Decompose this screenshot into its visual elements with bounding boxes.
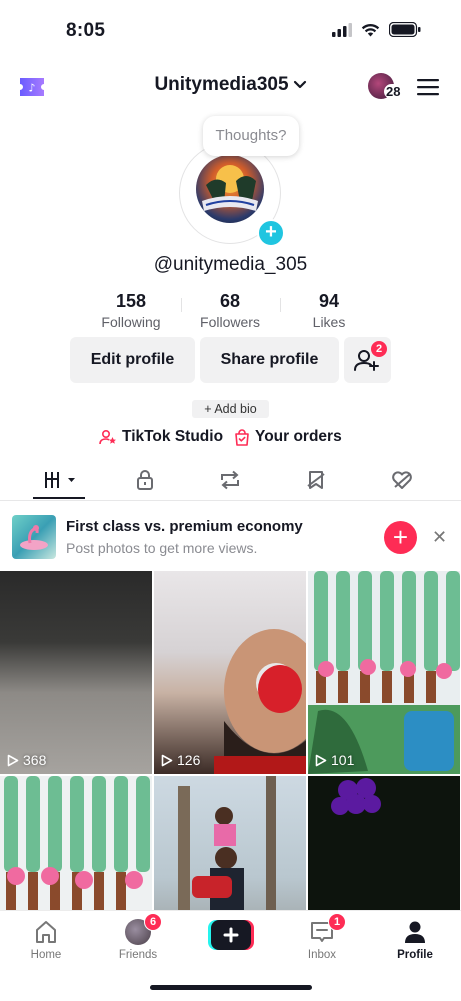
lock-icon: [137, 470, 153, 490]
your-orders-label: Your orders: [255, 428, 342, 445]
profile-icon: [405, 921, 425, 943]
active-tab-indicator: [33, 497, 85, 499]
suggestion-subtitle: Post photos to get more views.: [66, 540, 258, 556]
status-icons: [332, 22, 421, 37]
home-indicator: [150, 985, 312, 990]
profile-handle: @unitymedia_305: [153, 254, 308, 275]
view-count-value: 368: [23, 752, 47, 768]
play-icon: [7, 754, 19, 766]
video-thumbnail[interactable]: 368: [0, 571, 152, 774]
repost-icon: [221, 470, 239, 490]
avatar-logo-icon: [202, 165, 258, 211]
add-avatar-button[interactable]: +: [257, 219, 285, 247]
view-count-value: 101: [331, 752, 355, 768]
plus-icon: [208, 920, 254, 950]
view-count: 101: [315, 752, 354, 768]
tiktok-studio-label: TikTok Studio: [122, 428, 224, 445]
videos-grid-icon: [45, 472, 75, 488]
friends-badge: 6: [144, 913, 162, 931]
likes-stat[interactable]: 94 Likes: [269, 290, 389, 332]
friends-avatar-count: 28: [384, 84, 403, 99]
avatar[interactable]: [196, 155, 264, 223]
battery-icon: [389, 22, 421, 37]
thoughts-bubble[interactable]: Thoughts?: [203, 116, 299, 156]
video-thumbnail[interactable]: 101: [308, 571, 460, 774]
share-profile-button[interactable]: Share profile: [200, 337, 339, 383]
video-thumbnail[interactable]: 126: [154, 571, 306, 774]
inbox-badge: 1: [328, 913, 346, 931]
status-time: 8:05: [66, 20, 106, 41]
suggestion-add-button[interactable]: +: [384, 521, 417, 554]
nav-inbox-label: Inbox: [307, 949, 337, 961]
wifi-icon: [361, 23, 380, 36]
nav-friends-label: Friends: [118, 949, 158, 961]
tab-videos[interactable]: [38, 466, 82, 494]
nav-home[interactable]: Home: [11, 918, 81, 961]
view-count-value: 126: [177, 752, 201, 768]
create-button[interactable]: [208, 920, 254, 950]
close-icon[interactable]: ✕: [432, 527, 447, 548]
edit-profile-button[interactable]: Edit profile: [70, 337, 195, 383]
tab-private[interactable]: [125, 466, 165, 494]
view-count: 368: [7, 752, 46, 768]
tab-favorites[interactable]: [296, 466, 336, 494]
nav-friends[interactable]: Friends: [103, 918, 173, 961]
signal-icon: [332, 22, 352, 37]
nav-inbox[interactable]: Inbox: [287, 918, 357, 961]
nav-profile[interactable]: Profile: [380, 918, 450, 961]
suggestion-thumbnail[interactable]: [12, 515, 56, 559]
view-count: 126: [161, 752, 200, 768]
add-bio-button[interactable]: + Add bio: [192, 400, 269, 418]
bookmark-hidden-icon: [307, 471, 325, 489]
heart-hidden-icon: [392, 471, 412, 489]
play-icon: [315, 754, 327, 766]
shopping-bag-icon: [235, 428, 249, 446]
play-icon: [161, 754, 173, 766]
nav-profile-label: Profile: [397, 949, 433, 961]
header-username: Unitymedia305: [154, 74, 289, 96]
chevron-down-icon: [293, 74, 307, 96]
menu-icon[interactable]: [417, 78, 439, 96]
tab-liked[interactable]: [382, 466, 422, 494]
your-orders-link[interactable]: Your orders: [234, 428, 342, 446]
suggestion-title: First class vs. premium economy: [66, 518, 303, 535]
tiktok-studio-link[interactable]: TikTok Studio: [99, 428, 223, 446]
tabs-divider: [0, 500, 461, 501]
friend-requests-badge: 2: [371, 341, 387, 357]
studio-icon: [99, 429, 116, 445]
home-icon: [36, 921, 56, 943]
tab-reposts[interactable]: [210, 466, 250, 494]
nav-home-label: Home: [30, 949, 62, 961]
likes-count: 94: [318, 291, 340, 311]
likes-label: Likes: [312, 314, 346, 330]
